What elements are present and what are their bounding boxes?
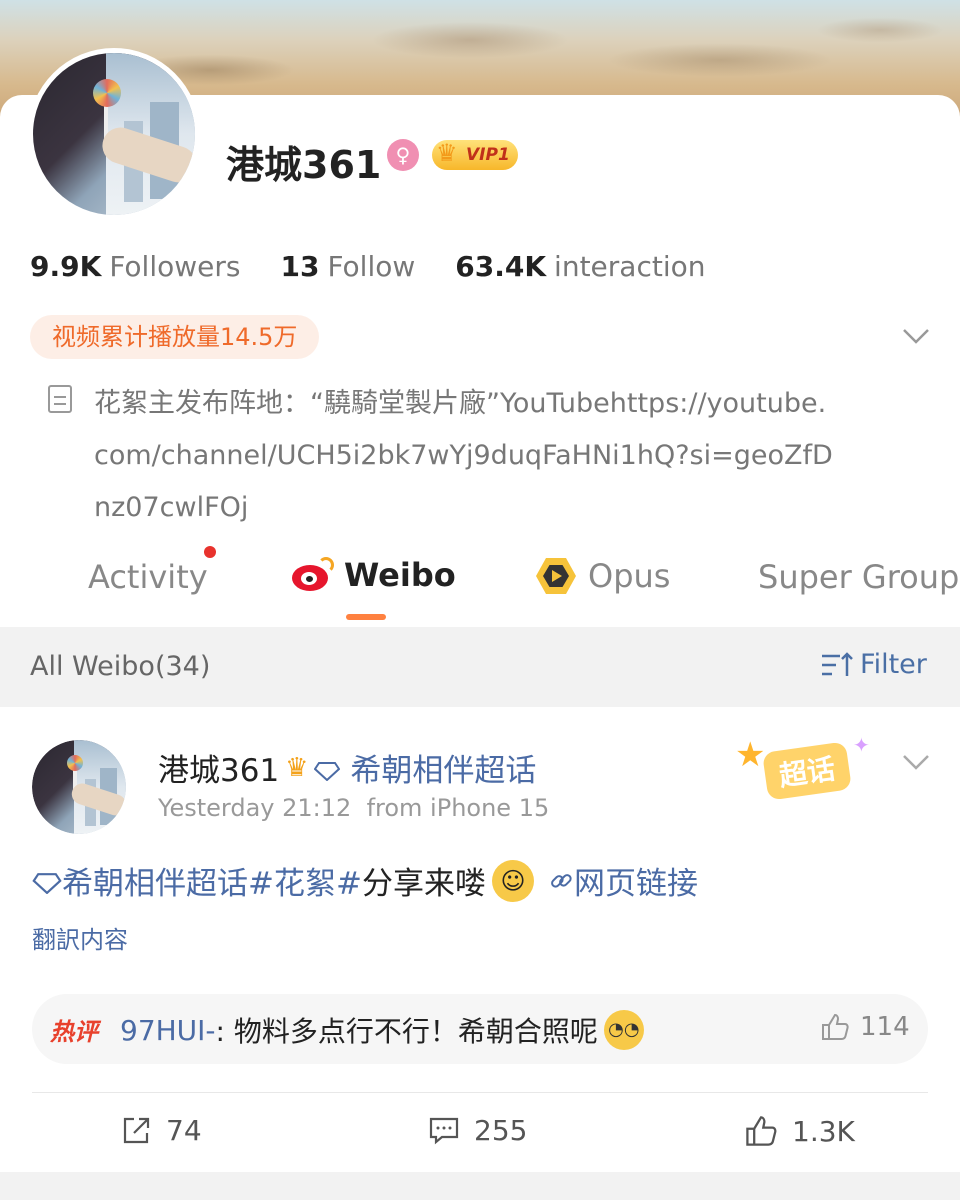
tab-super-group[interactable]: Super Group bbox=[758, 558, 959, 596]
diamond-icon bbox=[32, 873, 62, 895]
repost-count: 74 bbox=[166, 1114, 202, 1147]
hot-comment-body: 97HUI- : 物料多点行不行！希朝合照呢 ◔◔ bbox=[120, 1010, 644, 1050]
notification-dot bbox=[204, 546, 216, 558]
post-avatar[interactable] bbox=[32, 740, 126, 834]
hot-comment-tag: 热评 bbox=[50, 1018, 98, 1046]
tab-activity[interactable]: Activity bbox=[88, 558, 208, 596]
document-icon bbox=[48, 385, 72, 413]
hot-comment-like-count: 114 bbox=[860, 1012, 910, 1042]
content-text: 分享来喽 bbox=[361, 866, 486, 902]
filter-button[interactable]: Filter bbox=[820, 649, 927, 680]
vip-badge[interactable]: ♛ VIP1 bbox=[432, 139, 518, 170]
opus-icon bbox=[534, 556, 578, 596]
filter-bar: All Weibo(34) Filter bbox=[0, 627, 960, 707]
tab-activity-label: Activity bbox=[88, 558, 208, 596]
active-tab-indicator bbox=[346, 614, 386, 620]
crown-icon: ♛ bbox=[436, 139, 458, 167]
comment-count: 255 bbox=[474, 1114, 528, 1147]
stat-interaction[interactable]: 63.4K interaction bbox=[455, 250, 705, 283]
profile-bio: 花絮主发布阵地：“驍騎堂製片廠”YouTubehttps://youtube.c… bbox=[94, 388, 833, 523]
hot-comment-text: : 物料多点行不行！希朝合照呢 bbox=[215, 1015, 598, 1048]
feed-separator bbox=[0, 1172, 960, 1200]
profile-name: 港城361 bbox=[226, 143, 382, 187]
post-source: from iPhone 15 bbox=[366, 794, 550, 822]
vip-label: VIP1 bbox=[466, 145, 510, 165]
divider bbox=[32, 1092, 928, 1093]
diamond-icon bbox=[314, 762, 341, 782]
like-button[interactable]: 1.3K bbox=[744, 1114, 855, 1148]
star-icon: ★ bbox=[735, 735, 766, 775]
web-link[interactable]: 网页链接 bbox=[548, 858, 698, 903]
tab-opus[interactable]: Opus bbox=[534, 556, 670, 596]
hot-comment[interactable]: 热评 97HUI- : 物料多点行不行！希朝合照呢 ◔◔ 114 bbox=[32, 994, 928, 1064]
stat-followers[interactable]: 9.9K Followers bbox=[30, 250, 240, 283]
post-content: 希朝相伴超话 #花絮# 分享来喽 ☺ 网页链接 bbox=[32, 858, 698, 903]
chevron-down-icon[interactable] bbox=[900, 750, 932, 774]
interaction-label: interaction bbox=[554, 250, 706, 283]
chevron-down-icon[interactable] bbox=[900, 324, 932, 348]
cute-face-emoji-icon: ☺ bbox=[491, 859, 534, 902]
comment-icon bbox=[429, 1117, 459, 1144]
hot-comment-like[interactable]: 114 bbox=[820, 1012, 910, 1042]
weibo-logo-icon bbox=[290, 557, 334, 593]
follow-count: 13 bbox=[280, 250, 320, 283]
content-topic-label: 希朝相伴超话 bbox=[62, 866, 248, 902]
followers-count: 9.9K bbox=[30, 250, 102, 283]
profile-avatar[interactable] bbox=[28, 48, 200, 220]
post-header: 港城361 ♛ 希朝相伴超话 bbox=[158, 745, 536, 790]
repost-button[interactable]: 74 bbox=[120, 1114, 202, 1147]
super-topic-label: 超话 bbox=[762, 741, 852, 801]
like-count: 1.3K bbox=[792, 1114, 855, 1148]
hot-comment-user[interactable]: 97HUI- bbox=[120, 1014, 216, 1047]
avatar-image bbox=[33, 53, 195, 215]
tab-weibo-label: Weibo bbox=[344, 556, 456, 594]
post-topic-label: 希朝相伴超话 bbox=[350, 753, 537, 789]
super-topic-badge[interactable]: ★ 超话 ✦ bbox=[735, 733, 885, 805]
thumbs-up-icon bbox=[746, 1116, 777, 1146]
translate-link[interactable]: 翻訳内容 bbox=[32, 920, 128, 955]
comment-button[interactable]: 255 bbox=[428, 1114, 527, 1147]
content-topic-link[interactable]: 希朝相伴超话 bbox=[32, 858, 248, 903]
post-meta: Yesterday 21:12 from iPhone 15 bbox=[158, 794, 549, 822]
profile-stats: 9.9K Followers 13 Follow 63.4K interaction bbox=[30, 250, 745, 283]
post-avatar-image bbox=[32, 740, 126, 834]
thumbs-up-icon bbox=[822, 1013, 849, 1040]
play-count-badge[interactable]: 视频累计播放量14.5万 bbox=[30, 315, 320, 359]
tab-opus-label: Opus bbox=[588, 557, 671, 595]
post-username[interactable]: 港城361 bbox=[158, 745, 279, 790]
interaction-count: 63.4K bbox=[455, 250, 547, 283]
all-weibo-count[interactable]: All Weibo(34) bbox=[30, 651, 210, 682]
sparkle-icon: ✦ bbox=[853, 733, 870, 757]
post-time: Yesterday 21:12 bbox=[158, 794, 352, 822]
eye-roll-emoji-icon: ◔◔ bbox=[603, 1010, 644, 1050]
filter-label: Filter bbox=[860, 649, 927, 680]
post-topic-link[interactable]: 希朝相伴超话 bbox=[314, 745, 536, 790]
filter-icon bbox=[822, 651, 853, 676]
web-link-label: 网页链接 bbox=[573, 866, 698, 902]
share-icon bbox=[123, 1117, 150, 1143]
link-icon bbox=[551, 874, 572, 888]
stat-follow[interactable]: 13 Follow bbox=[280, 250, 415, 283]
female-icon: ♀ bbox=[387, 139, 419, 171]
follow-label: Follow bbox=[327, 250, 416, 283]
tab-super-group-label: Super Group bbox=[758, 558, 960, 596]
crown-icon: ♛ bbox=[285, 752, 309, 783]
followers-label: Followers bbox=[109, 250, 241, 283]
content-hashtag[interactable]: #花絮# bbox=[248, 858, 362, 903]
tab-weibo[interactable]: Weibo bbox=[290, 556, 456, 594]
